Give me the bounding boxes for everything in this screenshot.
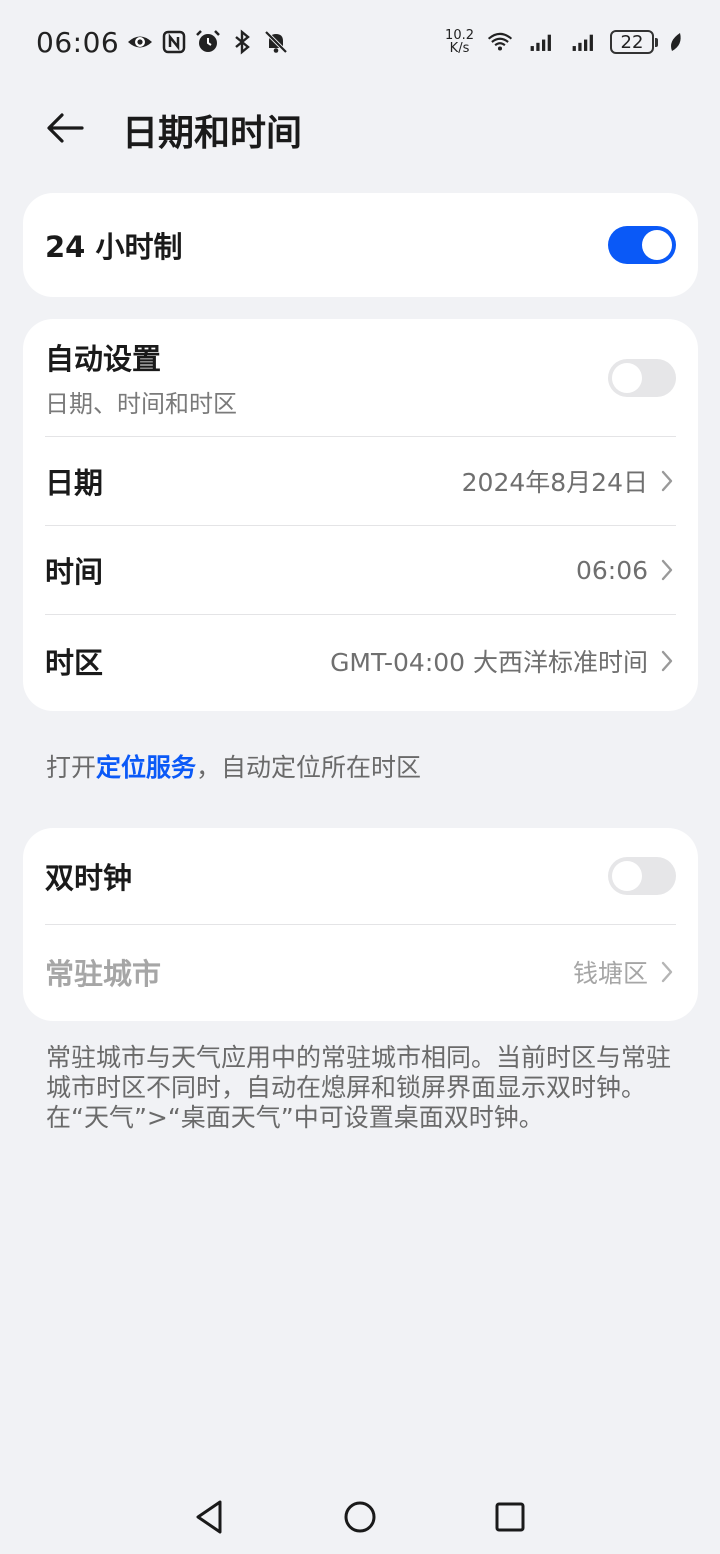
triangle-back-icon (196, 1500, 222, 1534)
navigation-bar (0, 1480, 720, 1554)
row-date[interactable]: 日期 2024年8月24日 (45, 437, 676, 526)
card-24-hour: 24 小时制 (23, 193, 698, 297)
location-hint: 打开定位服务，自动定位所在时区 (46, 748, 421, 784)
card-date-time: 自动设置 日期、时间和时区 日期 2024年8月24日 时间 06:06 时区 … (23, 319, 698, 711)
nav-back-button[interactable] (185, 1492, 235, 1542)
nav-recents-button[interactable] (485, 1492, 535, 1542)
location-hint-prefix: 打开 (46, 753, 97, 782)
dual-clock-label: 双时钟 (45, 861, 133, 895)
alarm-icon (195, 29, 221, 55)
chevron-right-icon (658, 646, 676, 676)
time-label: 时间 (45, 555, 104, 589)
status-bar: 06:06 10.2 K/s 22 (0, 0, 720, 84)
network-speed-unit: K/s (449, 41, 470, 56)
toggle-auto-set[interactable] (608, 358, 676, 397)
chevron-right-icon (658, 466, 676, 496)
page-header: 日期和时间 (0, 90, 720, 162)
toggle-dual-clock[interactable] (608, 857, 676, 895)
timezone-label: 时区 (45, 646, 104, 680)
location-hint-suffix: ，自动定位所在时区 (196, 753, 422, 782)
leaf-icon (668, 29, 684, 55)
home-city-value: 钱塘区 (572, 959, 648, 988)
network-speed: 10.2 K/s (445, 29, 474, 55)
wifi-icon (484, 29, 516, 55)
mute-icon (263, 29, 289, 55)
bluetooth-icon (229, 29, 255, 55)
arrow-left-icon (47, 113, 84, 143)
location-service-link[interactable]: 定位服务 (96, 753, 196, 782)
date-label: 日期 (45, 466, 104, 500)
eye-icon (127, 29, 153, 55)
row-home-city[interactable]: 常驻城市 钱塘区 (45, 925, 676, 1019)
time-right: 06:06 (576, 555, 676, 585)
auto-set-label: 自动设置 (45, 342, 162, 376)
square-recents-icon (495, 1502, 525, 1532)
home-city-label: 常驻城市 (45, 957, 162, 991)
home-city-right: 钱塘区 (573, 954, 676, 990)
auto-set-sub: 日期、时间和时区 (45, 390, 237, 418)
signal-icon (568, 29, 600, 55)
status-left: 06:06 (36, 26, 289, 59)
chevron-right-icon (658, 555, 676, 585)
time-value: 06:06 (575, 555, 648, 585)
card-dual-clock: 双时钟 常驻城市 钱塘区 (23, 828, 698, 1021)
toggle-24-hour[interactable] (608, 226, 676, 264)
row-timezone[interactable]: 时区 GMT-04:00 大西洋标准时间 (45, 615, 676, 707)
row-auto-set[interactable]: 自动设置 日期、时间和时区 (45, 319, 676, 437)
row-dual-clock[interactable]: 双时钟 (45, 828, 676, 925)
battery-level: 22 (610, 30, 654, 54)
timezone-value: GMT-04:00 大西洋标准时间 (330, 648, 648, 677)
row-time[interactable]: 时间 06:06 (45, 526, 676, 615)
row-24-hour-label: 24 小时制 (45, 230, 183, 264)
date-right: 2024年8月24日 (462, 463, 676, 499)
signal-icon (526, 29, 558, 55)
row-24-hour[interactable]: 24 小时制 (45, 193, 676, 297)
circle-home-icon (344, 1501, 376, 1533)
chevron-right-icon (658, 957, 676, 987)
auto-set-text: 自动设置 日期、时间和时区 (45, 336, 237, 419)
page-title: 日期和时间 (122, 113, 303, 154)
timezone-right: GMT-04:00 大西洋标准时间 (330, 643, 676, 679)
status-right: 10.2 K/s 22 (445, 29, 684, 55)
dual-clock-footnote: 常驻城市与天气应用中的常驻城市相同。当前时区与常驻城市时区不同时，自动在熄屏和锁… (46, 1043, 672, 1132)
status-time: 06:06 (36, 25, 120, 59)
battery-icon: 22 (610, 30, 658, 54)
nfc-icon (161, 29, 187, 55)
date-value: 2024年8月24日 (461, 468, 648, 497)
back-button[interactable] (42, 104, 90, 152)
nav-home-button[interactable] (335, 1492, 385, 1542)
